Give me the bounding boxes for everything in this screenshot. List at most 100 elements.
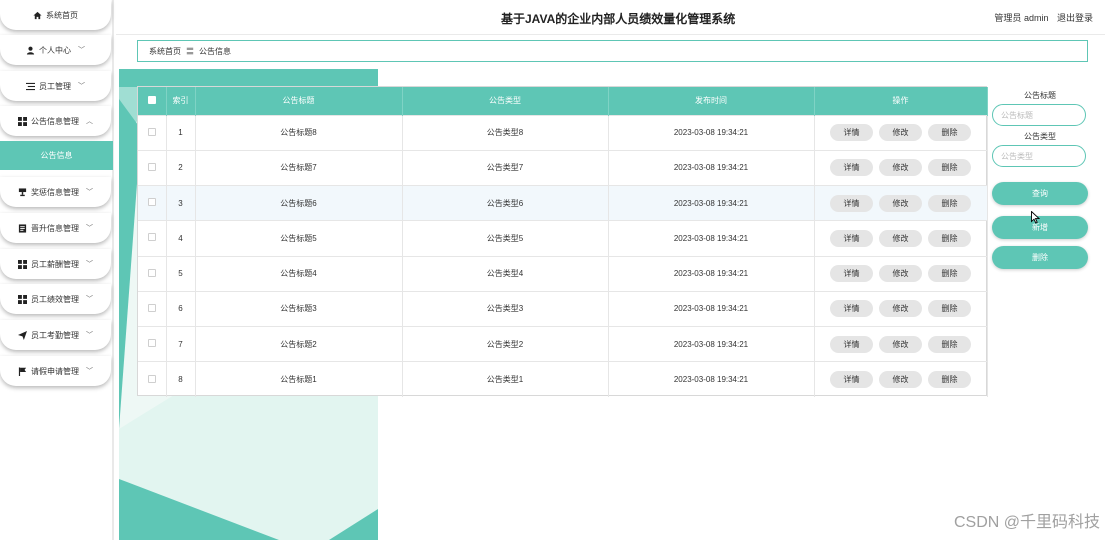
- row-checkbox[interactable]: [147, 127, 156, 136]
- edit-button[interactable]: 修改: [879, 229, 922, 247]
- watermark: CSDN @千里码科技: [953, 514, 1100, 531]
- cell-title: 公告标题2: [195, 325, 403, 362]
- flag-icon: [18, 366, 27, 376]
- column-header-index: 索引: [166, 87, 196, 115]
- row-checkbox[interactable]: [147, 198, 156, 207]
- detail-button[interactable]: 详情: [830, 159, 873, 177]
- title-field-label: 公告标题: [1024, 91, 1056, 100]
- cell-index: 8: [166, 361, 196, 397]
- delete-button[interactable]: 删除: [928, 371, 971, 389]
- sidebar-item-attendance[interactable]: 员工考勤管理 ﹀: [0, 320, 111, 350]
- cell-actions: 详情 修改 删除: [814, 114, 988, 151]
- cell-type: 公告类型1: [402, 361, 609, 397]
- edit-button[interactable]: 修改: [879, 300, 922, 318]
- sidebar-subitem-notice-info[interactable]: 公告信息: [0, 141, 113, 170]
- edit-button[interactable]: 修改: [879, 371, 922, 389]
- delete-button[interactable]: 删除: [928, 159, 971, 177]
- edit-button[interactable]: 修改: [879, 194, 922, 212]
- column-header-time: 发布时间: [608, 87, 815, 115]
- select-all-checkbox[interactable]: [147, 95, 156, 104]
- detail-button[interactable]: 详情: [830, 229, 873, 247]
- batch-delete-button[interactable]: 删除: [992, 246, 1088, 269]
- chevron-up-icon: ︿: [86, 118, 93, 125]
- row-checkbox[interactable]: [147, 374, 156, 383]
- cell-index: 6: [166, 290, 196, 327]
- sidebar-item-performance[interactable]: 员工绩效管理 ﹀: [0, 284, 111, 314]
- menu-lines-icon: [26, 82, 35, 91]
- user-info: 管理员 admin 退出登录: [994, 11, 1093, 24]
- breadcrumb: 系统首页 〓 公告信息: [137, 40, 1088, 62]
- row-select-cell[interactable]: [138, 184, 167, 221]
- cell-type: 公告类型6: [402, 184, 609, 221]
- row-select-cell[interactable]: [138, 149, 167, 186]
- breadcrumb-current: 公告信息: [199, 46, 231, 56]
- detail-button[interactable]: 详情: [830, 124, 873, 142]
- row-checkbox[interactable]: [147, 303, 156, 312]
- row-select-cell[interactable]: [138, 255, 167, 292]
- delete-button[interactable]: 删除: [928, 265, 971, 283]
- edit-button[interactable]: 修改: [879, 159, 922, 177]
- query-button[interactable]: 查询: [992, 182, 1088, 205]
- cell-type: 公告类型2: [402, 325, 609, 362]
- delete-button[interactable]: 删除: [928, 194, 971, 212]
- detail-button[interactable]: 详情: [830, 371, 873, 389]
- cell-actions: 详情 修改 删除: [814, 184, 988, 221]
- row-select-cell[interactable]: [138, 220, 167, 256]
- delete-button[interactable]: 删除: [928, 124, 971, 142]
- sidebar-item-promotion[interactable]: 晋升信息管理 ﹀: [0, 213, 111, 243]
- type-search-input[interactable]: [992, 145, 1086, 167]
- cell-title: 公告标题4: [195, 255, 403, 292]
- grid-icon: [18, 294, 27, 304]
- sidebar-item-notice[interactable]: 公告信息管理 ︿: [0, 106, 111, 136]
- detail-button[interactable]: 详情: [830, 194, 873, 212]
- cell-type: 公告类型5: [402, 220, 609, 256]
- select-all-cell[interactable]: [138, 87, 167, 115]
- delete-button[interactable]: 删除: [928, 229, 971, 247]
- edit-button[interactable]: 修改: [879, 124, 922, 142]
- grid-icon: [18, 116, 27, 126]
- sidebar-item-salary[interactable]: 员工薪酬管理 ﹀: [0, 249, 111, 279]
- trophy-icon: [18, 187, 27, 197]
- row-checkbox[interactable]: [147, 268, 156, 277]
- edit-button[interactable]: 修改: [879, 335, 922, 353]
- sidebar-item-home[interactable]: 系统首页: [0, 0, 111, 30]
- breadcrumb-home[interactable]: 系统首页: [149, 46, 181, 57]
- row-checkbox[interactable]: [147, 162, 156, 171]
- cell-title: 公告标题8: [195, 114, 403, 151]
- column-header-title: 公告标题: [195, 87, 403, 115]
- sidebar-item-employee[interactable]: 员工管理 ﹀: [0, 71, 111, 101]
- sidebar-item-profile[interactable]: 个人中心 ﹀: [0, 35, 111, 65]
- cell-actions: 详情 修改 删除: [814, 325, 988, 362]
- row-select-cell[interactable]: [138, 361, 167, 397]
- title-search-input[interactable]: [992, 104, 1086, 126]
- sidebar-item-reward[interactable]: 奖惩信息管理 ﹀: [0, 177, 111, 207]
- edit-button[interactable]: 修改: [879, 265, 922, 283]
- cell-title: 公告标题6: [195, 184, 403, 221]
- cell-index: 2: [166, 149, 196, 186]
- mouse-cursor-icon: [1031, 210, 1041, 226]
- breadcrumb-separator: 〓: [186, 46, 194, 56]
- cell-time: 2023-03-08 19:34:21: [608, 220, 815, 256]
- row-checkbox[interactable]: [147, 233, 156, 242]
- cell-title: 公告标题1: [195, 361, 403, 397]
- row-select-cell[interactable]: [138, 325, 167, 362]
- detail-button[interactable]: 详情: [830, 265, 873, 283]
- delete-button[interactable]: 删除: [928, 335, 971, 353]
- sidebar-item-label: 公告信息管理: [31, 116, 79, 126]
- row-select-cell[interactable]: [138, 290, 167, 327]
- logout-link[interactable]: 退出登录: [1057, 13, 1093, 23]
- cell-index: 4: [166, 220, 196, 256]
- sidebar-item-label: 奖惩信息管理: [31, 187, 79, 197]
- row-select-cell[interactable]: [138, 114, 167, 151]
- detail-button[interactable]: 详情: [830, 300, 873, 318]
- column-header-actions: 操作: [814, 87, 988, 115]
- detail-button[interactable]: 详情: [830, 335, 873, 353]
- row-checkbox[interactable]: [147, 339, 156, 348]
- cell-index: 3: [166, 184, 196, 221]
- user-icon: [26, 46, 35, 55]
- cell-index: 7: [166, 325, 196, 362]
- sidebar-item-label: 员工绩效管理: [31, 294, 79, 304]
- add-button[interactable]: 新增: [992, 216, 1088, 239]
- sidebar-item-leave[interactable]: 请假申请管理 ﹀: [0, 356, 111, 386]
- delete-button[interactable]: 删除: [928, 300, 971, 318]
